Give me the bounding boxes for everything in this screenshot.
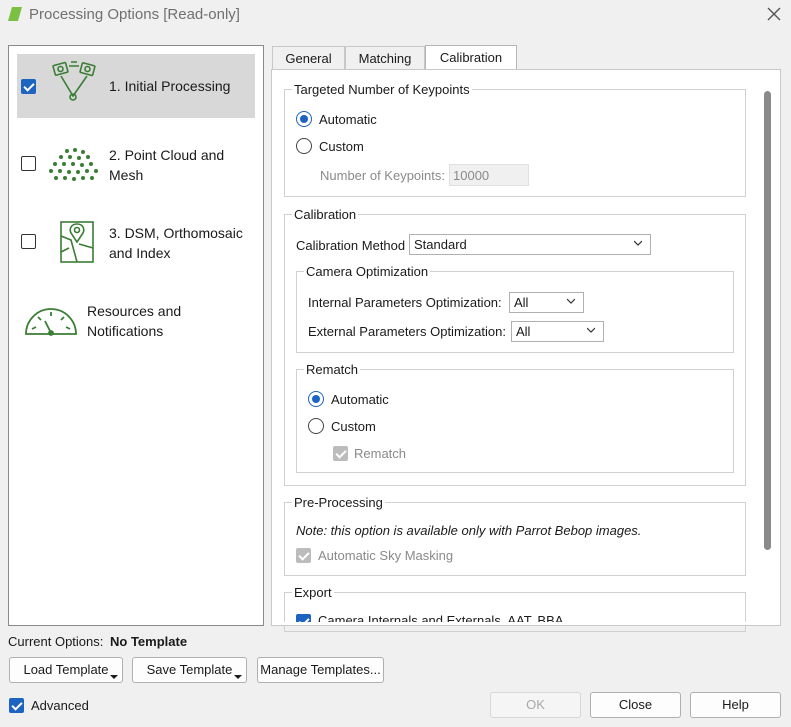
help-button[interactable]: Help (690, 692, 781, 718)
number-of-keypoints-label: Number of Keypoints: (320, 168, 446, 183)
internal-params-select[interactable]: All (509, 292, 584, 313)
preprocessing-group (284, 502, 746, 576)
nav-item-initial-processing[interactable]: 1. Initial Processing (17, 54, 255, 118)
camera-optimization-title: Camera Optimization (304, 264, 431, 279)
dropdown-arrow-icon (234, 675, 242, 679)
calibration-method-label: Calibration Method (296, 238, 406, 253)
map-pin-icon (60, 221, 94, 263)
scrollbar-thumb[interactable] (764, 91, 771, 550)
rematch-checkbox[interactable] (333, 446, 348, 461)
internal-params-label: Internal Parameters Optimization: (308, 295, 502, 310)
keypoints-group-title: Targeted Number of Keypoints (292, 82, 472, 97)
initial-processing-icon (52, 61, 96, 101)
chevron-down-icon (634, 240, 642, 246)
sky-masking-label: Automatic Sky Masking (318, 548, 454, 563)
nav-label-dsm-orthomosaic: 3. DSM, Orthomosaic and Index (109, 225, 243, 261)
load-template-label: Load Template (23, 662, 109, 677)
tab-content-bottom-edge (271, 622, 781, 626)
nav-item-point-cloud-mesh[interactable]: 2. Point Cloud and Mesh (17, 134, 255, 198)
export-camera-label: Camera Internals and Externals, AAT, BBA (318, 613, 564, 622)
sky-masking-checkbox[interactable] (296, 548, 311, 563)
keypoints-custom-label: Custom (319, 139, 364, 154)
title-bar: Processing Options [Read-only] (0, 0, 791, 30)
rematch-custom-radio[interactable] (308, 418, 324, 434)
external-params-select[interactable]: All (511, 321, 604, 342)
current-options-label: Current Options: (8, 634, 104, 649)
close-button[interactable]: Close (590, 692, 681, 718)
export-camera-checkbox[interactable] (296, 614, 311, 622)
rematch-title: Rematch (304, 362, 361, 377)
nav-item-resources-notifications[interactable]: Resources and Notifications (17, 290, 255, 354)
window-title: Processing Options [Read-only] (29, 6, 240, 23)
rematch-automatic-label: Automatic (331, 392, 389, 407)
dropdown-arrow-icon (110, 675, 118, 679)
keypoints-automatic-radio[interactable] (296, 111, 312, 127)
nav-label-initial-processing: 1. Initial Processing (109, 78, 231, 94)
rematch-custom-label: Custom (331, 419, 376, 434)
rematch-automatic-radio[interactable] (308, 391, 324, 407)
app-logo-icon (8, 7, 22, 21)
chevron-down-icon (587, 327, 595, 333)
tab-general[interactable]: General (272, 46, 345, 69)
advanced-checkbox[interactable] (9, 698, 24, 713)
rematch-checkbox-label: Rematch (354, 446, 407, 461)
gauge-icon (25, 308, 77, 336)
keypoints-automatic-label: Automatic (319, 112, 377, 127)
preprocessing-note: Note: this option is available only with… (296, 523, 642, 538)
external-params-value: All (516, 324, 531, 339)
current-options-value: No Template (110, 634, 188, 649)
load-template-button[interactable]: Load Template (9, 657, 123, 683)
save-template-label: Save Template (146, 662, 233, 677)
point-cloud-icon (49, 148, 98, 181)
export-title: Export (292, 585, 334, 600)
manage-templates-button[interactable]: Manage Templates... (257, 657, 384, 683)
tab-calibration[interactable]: Calibration (425, 45, 517, 70)
export-clip-area: Camera Internals and Externals, AAT, BBA (284, 612, 754, 622)
nav-label-point-cloud-mesh: 2. Point Cloud and Mesh (109, 147, 225, 183)
preprocessing-title: Pre-Processing (292, 495, 385, 510)
tab-matching[interactable]: Matching (345, 46, 425, 69)
calibration-group-title: Calibration (292, 207, 359, 222)
nav-item-dsm-orthomosaic[interactable]: 3. DSM, Orthomosaic and Index (17, 212, 255, 276)
calibration-method-select[interactable]: Standard (409, 234, 651, 255)
external-params-label: External Parameters Optimization: (308, 324, 506, 339)
internal-params-value: All (514, 295, 529, 310)
number-of-keypoints-input[interactable]: 10000 (449, 164, 529, 186)
save-template-button[interactable]: Save Template (132, 657, 247, 683)
options-nav-panel: 1. Initial Processing 2. Point Cloud and… (8, 45, 264, 626)
close-window-icon[interactable] (762, 2, 786, 26)
nav-label-resources-notifications: Resources and Notifications (87, 303, 182, 339)
point-cloud-checkbox[interactable] (21, 156, 36, 171)
initial-processing-checkbox[interactable] (21, 79, 36, 94)
ok-button[interactable]: OK (490, 692, 581, 718)
calibration-method-value: Standard (414, 237, 467, 252)
chevron-down-icon (567, 298, 575, 304)
advanced-label: Advanced (31, 698, 89, 713)
dsm-checkbox[interactable] (21, 234, 36, 249)
keypoints-custom-radio[interactable] (296, 138, 312, 154)
